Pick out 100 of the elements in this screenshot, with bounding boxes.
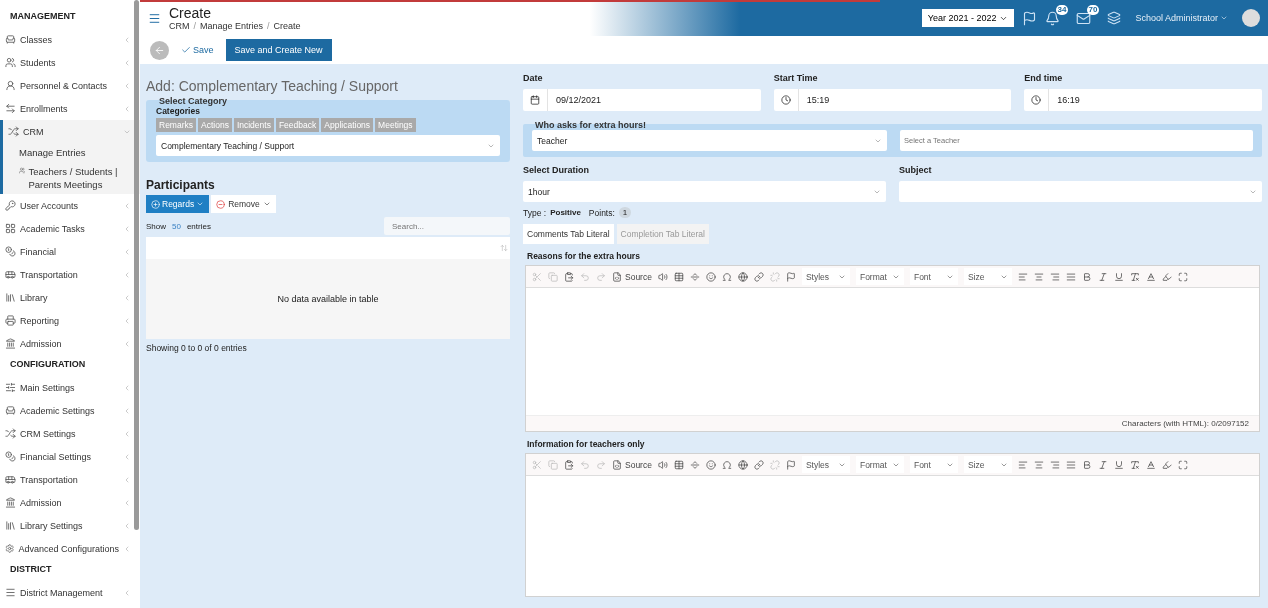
source-button[interactable]: Source — [610, 271, 654, 282]
field-label: Date — [523, 73, 544, 85]
editor-dropdown[interactable]: Format — [855, 456, 904, 473]
scrollbar[interactable] — [134, 0, 139, 530]
category-select[interactable]: Complementary Teaching / Support — [156, 135, 500, 156]
sidebar-item[interactable]: Reporting — [0, 309, 140, 332]
editor-dropdown[interactable]: Font — [909, 268, 958, 285]
flag-icon — [1022, 10, 1038, 26]
page-size-select[interactable]: 50 — [172, 221, 181, 231]
breadcrumb[interactable]: CRM — [169, 21, 190, 31]
undo-icon — [580, 459, 590, 470]
align-left-icon — [1017, 271, 1028, 282]
type-value: Positive — [550, 208, 581, 217]
shuffle-icon — [8, 126, 19, 137]
clear-format-icon — [1129, 271, 1140, 282]
date-field[interactable]: 09/12/2021 — [523, 89, 761, 111]
avatar[interactable] — [1242, 9, 1260, 27]
tab[interactable]: Comments Tab Literal — [523, 224, 614, 244]
code-file-icon — [612, 271, 622, 282]
sidebar-item[interactable]: CRM Settings — [0, 422, 140, 445]
duration-select[interactable]: 1hour — [523, 181, 886, 202]
sidebar-item[interactable]: Library — [0, 286, 140, 309]
sidebar-item[interactable]: Enrollments — [0, 97, 140, 120]
globe-icon — [737, 271, 748, 282]
requester-select[interactable]: Teacher — [532, 130, 887, 151]
section-title: Participants — [146, 178, 216, 192]
smiley-button[interactable] — [703, 459, 718, 470]
paste-button[interactable] — [562, 459, 576, 470]
sidebar-item[interactable]: Financial — [0, 240, 140, 263]
sidebar-item[interactable]: Transportation — [0, 468, 140, 491]
globe-button[interactable] — [735, 271, 750, 282]
flag-icon — [785, 271, 796, 282]
sidebar-item[interactable]: Admission — [0, 332, 140, 355]
breadcrumb[interactable]: Manage Entries — [200, 21, 264, 31]
speaker-button[interactable] — [655, 271, 670, 282]
globe-button[interactable] — [735, 459, 750, 470]
editor-dropdown[interactable]: Format — [855, 268, 904, 285]
sidebar-item[interactable]: Financial Settings — [0, 445, 140, 468]
undo-icon — [580, 271, 590, 282]
highlighter-icon — [1161, 459, 1172, 470]
sidebar-item[interactable]: Classes — [0, 28, 140, 51]
italic-icon — [1097, 459, 1108, 470]
sidebar-item[interactable]: Transportation — [0, 263, 140, 286]
chevron-left-icon — [123, 81, 131, 90]
paste-button[interactable] — [562, 271, 576, 282]
sidebar-item[interactable]: District Management — [0, 581, 140, 604]
sidebar-item[interactable]: Academic Tasks — [0, 217, 140, 240]
editor-dropdown[interactable]: Size — [963, 268, 1012, 285]
editor-dropdown[interactable]: Styles — [801, 268, 850, 285]
text-color-icon — [1145, 271, 1156, 282]
link-button[interactable] — [751, 271, 766, 282]
align-right-icon — [1049, 459, 1060, 470]
section-title: DISTRICT — [9, 563, 53, 576]
sidebar-item[interactable]: Personnel & Contacts — [0, 74, 140, 97]
year-select[interactable]: Year 2021 - 2022 — [921, 9, 1015, 27]
time-field[interactable]: 15:19 — [773, 89, 1012, 111]
speaker-button[interactable] — [655, 459, 670, 470]
sidebar-item[interactable]: CRM — [3, 120, 140, 143]
copy-icon — [548, 459, 558, 470]
editor-label: Information for teachers only — [527, 439, 646, 449]
sidebar-item[interactable]: Library Settings — [0, 514, 140, 537]
speaker-icon — [657, 271, 668, 282]
chevron-left-icon — [123, 58, 131, 67]
user-menu[interactable]: School Administrator — [1129, 12, 1234, 24]
chevron-left-icon — [123, 429, 131, 438]
link-icon — [753, 271, 764, 282]
globe-icon — [737, 459, 748, 470]
sidebar-item[interactable]: Academic Settings — [0, 399, 140, 422]
regards-button[interactable]: Regards — [146, 195, 210, 213]
scissors-button[interactable] — [530, 271, 544, 282]
key-icon — [5, 200, 16, 211]
submenu-item[interactable]: Manage Entries — [3, 143, 140, 162]
submenu-item[interactable]: Teachers / Students | Parents Meetings — [3, 162, 140, 194]
chevron-left-icon — [123, 475, 131, 484]
time-field[interactable]: 16:19 — [1024, 89, 1262, 111]
sidebar-item[interactable]: Admission — [0, 491, 140, 514]
sidebar-item[interactable]: Main Settings — [0, 376, 140, 399]
search-field[interactable]: Search... — [384, 217, 510, 235]
underline-icon — [1113, 459, 1124, 470]
calendar-icon — [530, 95, 540, 105]
save-button[interactable]: Save — [175, 44, 220, 56]
back-button[interactable] — [150, 40, 169, 60]
remove-button[interactable]: Remove — [211, 195, 276, 213]
sidebar-item[interactable]: Advanced Configurations — [0, 537, 140, 560]
chevron-left-icon — [123, 293, 131, 302]
field-label: Select Duration — [523, 165, 590, 177]
scissors-button[interactable] — [530, 459, 544, 470]
chevron-left-icon — [123, 498, 131, 507]
editor-dropdown[interactable]: Styles — [801, 456, 850, 473]
sidebar-item[interactable]: User Accounts — [0, 194, 140, 217]
save-and-create-new-button[interactable]: Save and Create New — [225, 39, 332, 61]
editor-dropdown[interactable]: Font — [909, 456, 958, 473]
editor-dropdown[interactable]: Size — [963, 456, 1012, 473]
link-button[interactable] — [751, 459, 766, 470]
bold-icon — [1081, 459, 1092, 470]
sidebar-item[interactable]: Students — [0, 51, 140, 74]
chevron-left-icon — [123, 339, 131, 348]
smiley-button[interactable] — [703, 271, 718, 282]
source-button[interactable]: Source — [610, 459, 654, 470]
bus-icon — [5, 269, 16, 280]
